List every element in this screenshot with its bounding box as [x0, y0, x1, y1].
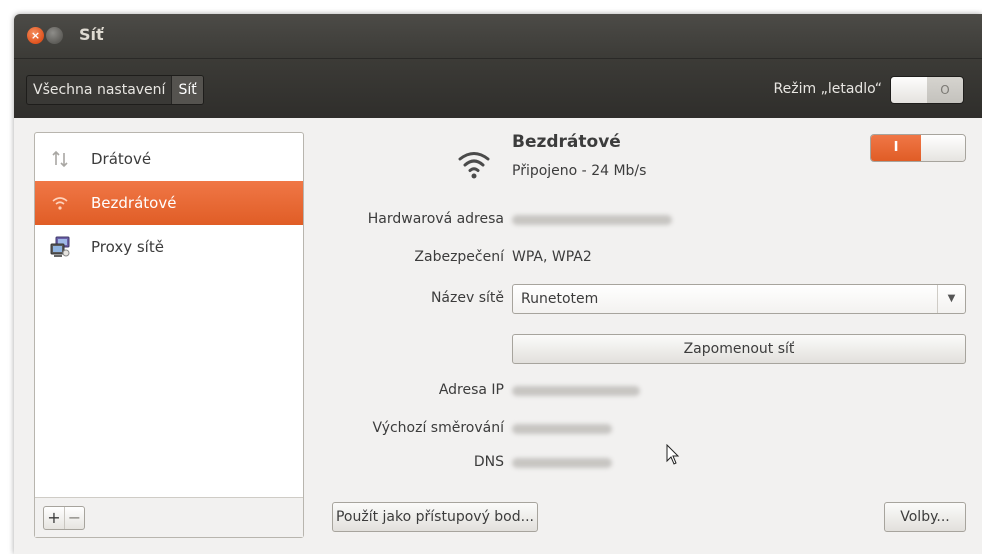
sidebar-item-label: Proxy sítě	[91, 238, 164, 256]
mouse-pointer-icon	[666, 443, 680, 466]
use-as-hotspot-button[interactable]: Použít jako přístupový bod...	[332, 502, 538, 532]
proxy-computers-icon	[49, 236, 71, 258]
connection-title: Bezdrátové	[512, 132, 621, 152]
ip-address-label: Adresa IP	[438, 382, 504, 398]
toolbar: Všechna nastavení Síť Režim „letadlo“ O	[14, 58, 982, 118]
breadcrumb: Všechna nastavení Síť	[26, 75, 204, 105]
default-route-value-redacted	[512, 424, 612, 434]
sidebar-item-wired[interactable]: Drátové	[35, 137, 303, 181]
network-name-value: Runetotem	[521, 291, 599, 307]
hardware-address-value-redacted	[512, 215, 672, 225]
security-label: Zabezpečení	[414, 249, 504, 265]
network-settings-window: × Síť Všechna nastavení Síť Režim „letad…	[14, 14, 982, 554]
wireless-toggle-knob	[921, 135, 965, 161]
airplane-mode-switch[interactable]: O	[890, 76, 964, 104]
wifi-icon	[49, 192, 71, 214]
remove-connection-button[interactable]: −	[64, 507, 84, 529]
wired-arrows-icon	[49, 148, 71, 170]
dns-label: DNS	[473, 454, 504, 470]
airplane-mode-label: Režim „letadlo“	[773, 81, 882, 97]
connection-status: Připojeno - 24 Mb/s	[512, 163, 647, 179]
add-connection-button[interactable]: +	[44, 507, 64, 529]
sidebar-item-label: Drátové	[91, 150, 152, 168]
network-name-label: Název sítě	[430, 290, 504, 306]
window-title: Síť	[79, 25, 104, 44]
chevron-down-icon: ▼	[937, 285, 965, 313]
security-value: WPA, WPA2	[512, 249, 592, 265]
options-button[interactable]: Volby...	[884, 502, 966, 532]
sidebar-item-label: Bezdrátové	[91, 194, 177, 212]
network-name-dropdown[interactable]: Runetotem ▼	[512, 284, 966, 314]
close-window-button[interactable]: ×	[27, 27, 44, 44]
ip-address-value-redacted	[512, 386, 640, 396]
dns-value-redacted	[512, 458, 612, 468]
add-remove-group: + −	[43, 506, 85, 530]
title-bar: × Síť	[14, 14, 982, 58]
airplane-switch-off-label: O	[927, 77, 963, 103]
wireless-toggle-on-label: I	[871, 135, 921, 161]
minimize-window-button[interactable]	[46, 27, 63, 44]
breadcrumb-all-settings[interactable]: Všechna nastavení	[27, 76, 171, 104]
sidebar-toolbar: + −	[35, 497, 303, 537]
sidebar-item-proxy[interactable]: Proxy sítě	[35, 225, 303, 269]
sidebar-item-wireless[interactable]: Bezdrátové	[35, 181, 303, 225]
wireless-toggle[interactable]: I	[870, 134, 966, 162]
connection-list: Drátové Bezdrátové Proxy sítě + −	[34, 132, 304, 538]
wifi-signal-icon	[456, 145, 492, 181]
hardware-address-label: Hardwarová adresa	[367, 211, 504, 227]
airplane-switch-knob	[891, 77, 927, 103]
default-route-label: Výchozí směrování	[372, 420, 505, 436]
forget-network-button[interactable]: Zapomenout síť	[512, 334, 966, 364]
breadcrumb-network[interactable]: Síť	[171, 76, 203, 104]
